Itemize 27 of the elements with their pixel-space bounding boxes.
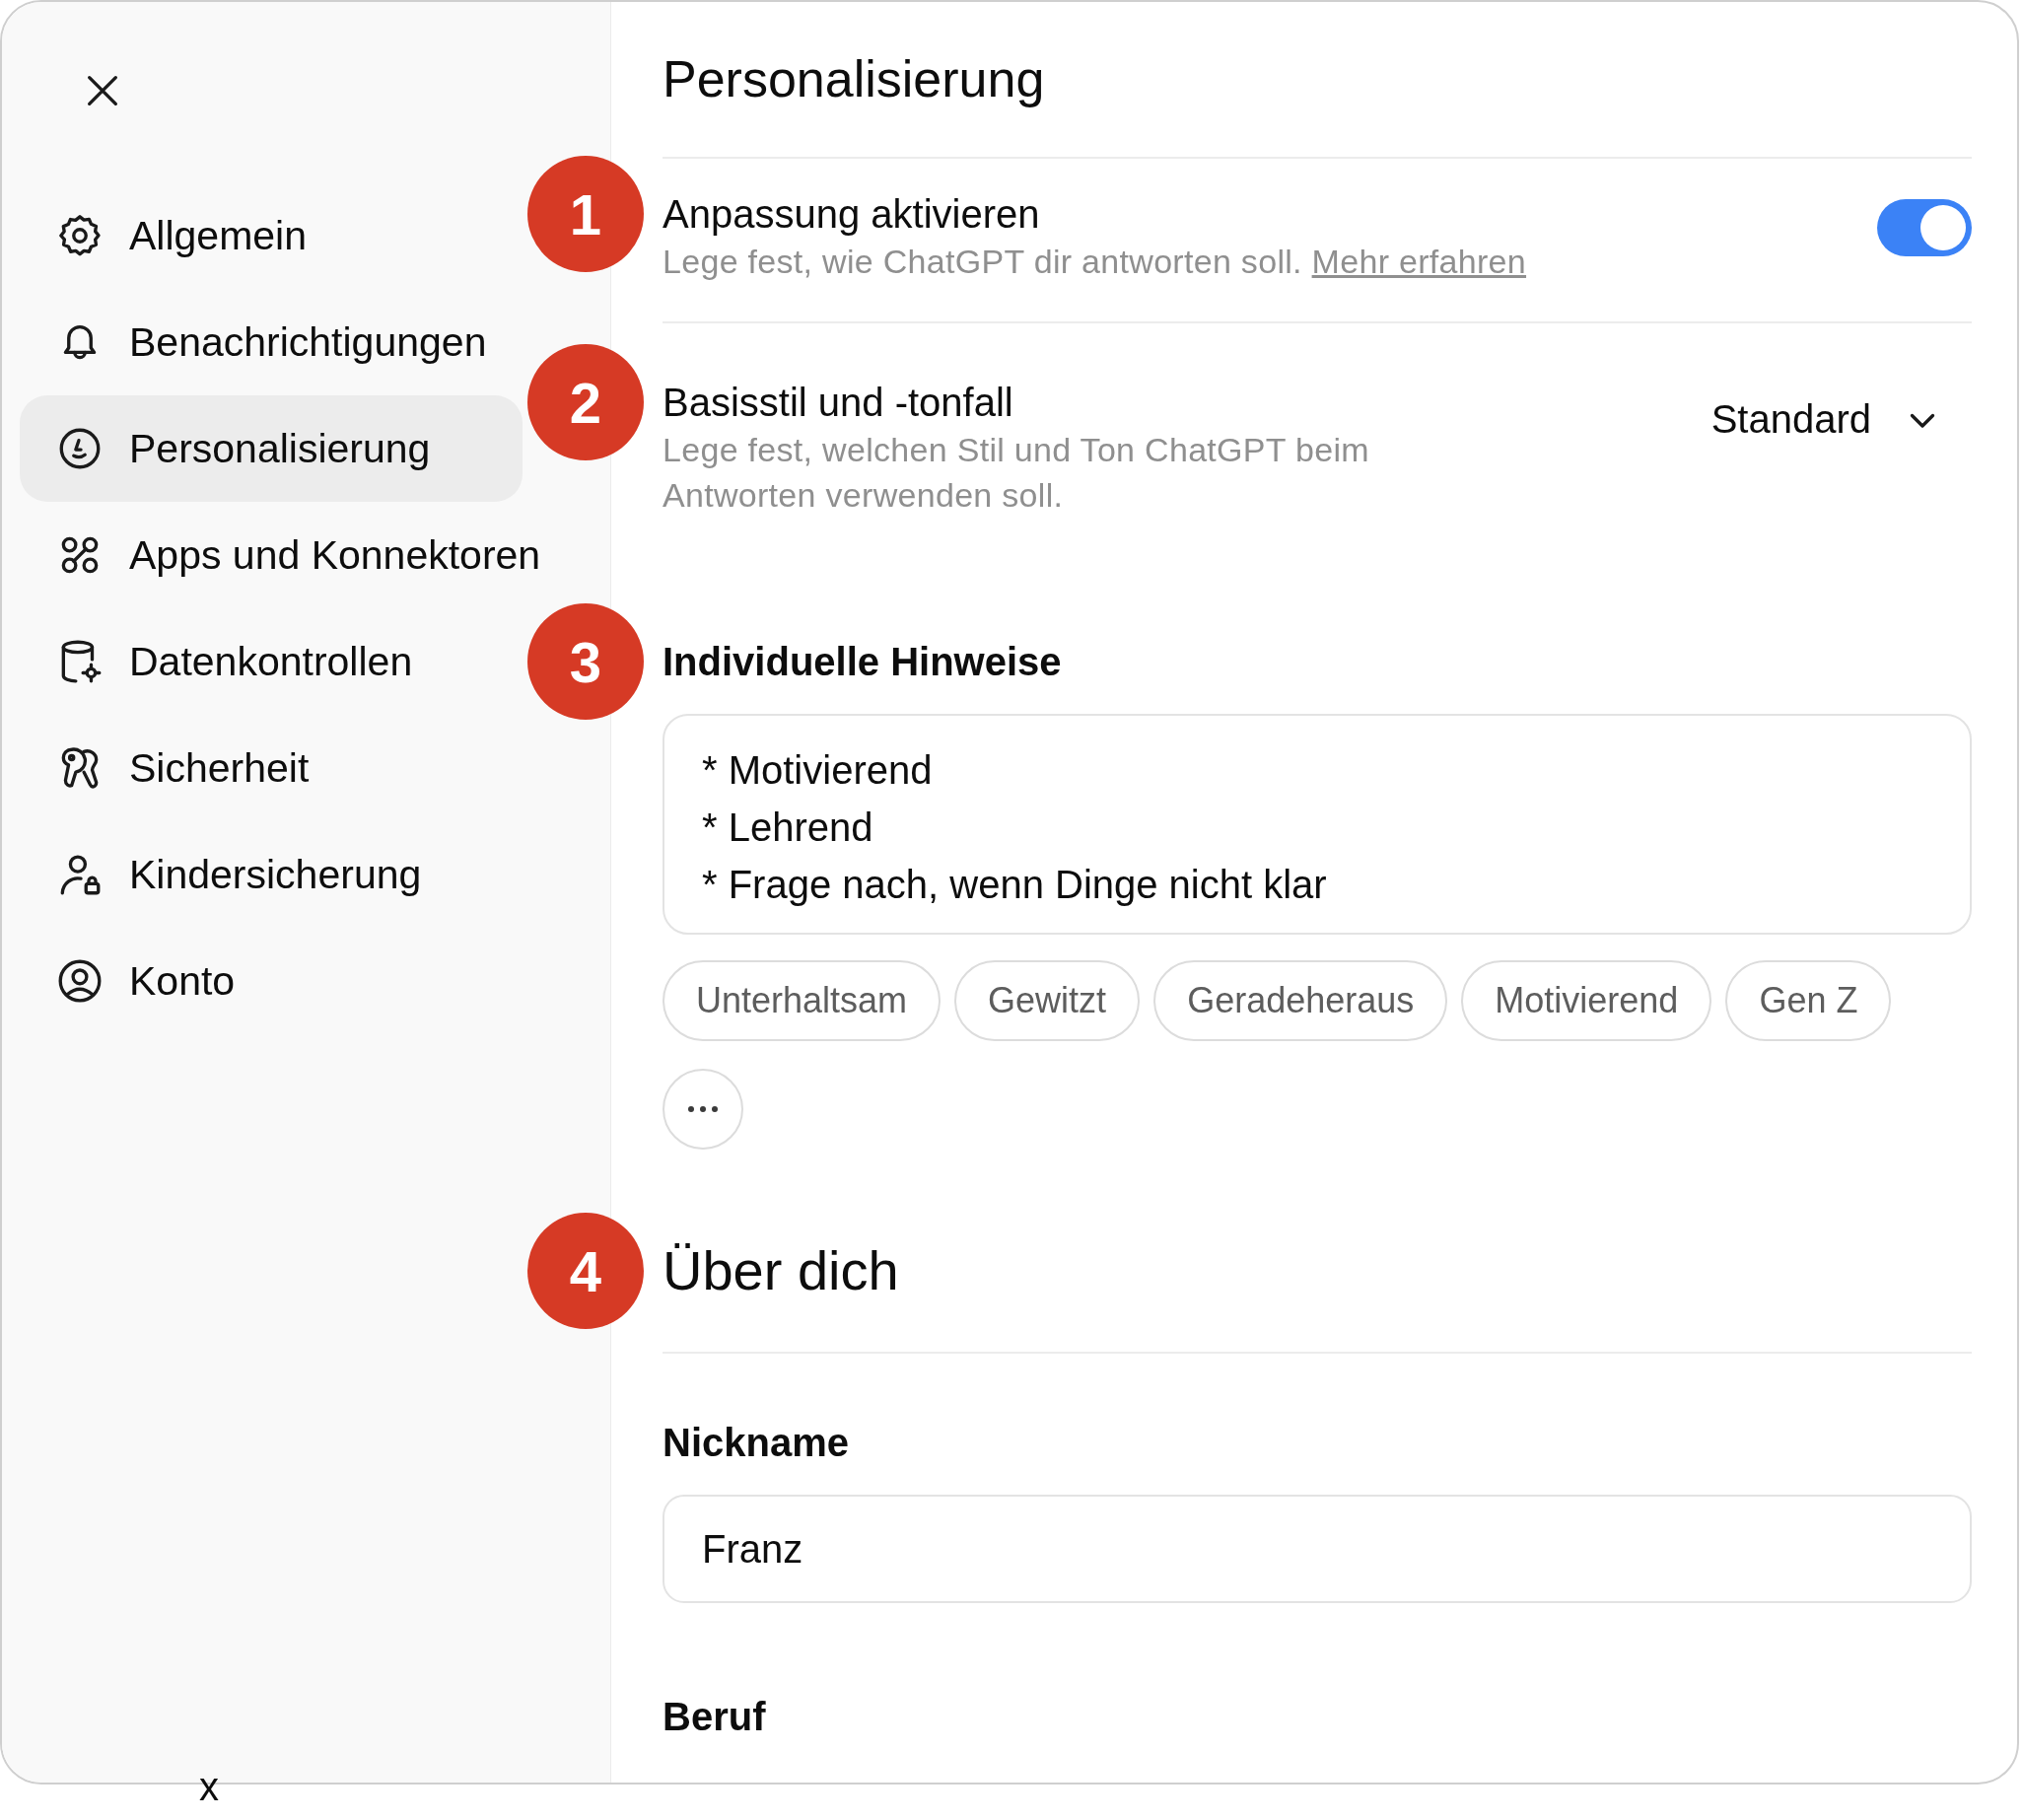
instructions-field[interactable]: * Motivierend * Lehrend * Frage nach, wenn Dinge nicht klar xyxy=(663,714,1972,935)
suggestion-chip[interactable]: Gen Z xyxy=(1725,960,1892,1041)
section-heading: Über dich xyxy=(663,1238,900,1303)
page-title: Personalisierung xyxy=(663,49,1046,109)
sidebar-item[interactable]: Kindersicherung xyxy=(20,821,523,928)
sidebar-item[interactable]: Sicherheit xyxy=(20,715,523,821)
section-heading: Individuelle Hinweise xyxy=(663,639,1063,685)
field-label: Nickname xyxy=(663,1420,850,1466)
suggestion-chip[interactable]: Unterhaltsam xyxy=(663,960,942,1041)
sidebar-item[interactable]: Allgemein xyxy=(20,182,523,289)
setting-title: Anpassung aktivieren xyxy=(663,191,1041,238)
toggle-switch[interactable] xyxy=(1877,199,1972,256)
stray-letter: x xyxy=(199,1764,219,1810)
setting-description: Lege fest, welchen Stil und Ton ChatGPT beim Antworten verwenden soll. xyxy=(663,430,1370,516)
sidebar-item[interactable]: Konto xyxy=(20,928,523,1034)
nickname-field[interactable]: Franz xyxy=(663,1495,1972,1603)
sidebar-item[interactable]: Personalisierung xyxy=(20,395,523,502)
suggestion-chip[interactable]: Geradeheraus xyxy=(1153,960,1448,1041)
style-dropdown[interactable]: Standard xyxy=(1710,397,1940,442)
suggestion-chip[interactable]: Motivierend xyxy=(1461,960,1712,1041)
setting-description: Lege fest, wie ChatGPT dir antworten soll. Mehr erfahren xyxy=(663,242,1527,282)
ellipsis-icon[interactable] xyxy=(685,1104,721,1114)
sidebar-item[interactable]: Benachrichtigungen xyxy=(20,289,523,395)
setting-title: Basisstil und -tonfall xyxy=(663,380,1014,426)
field-label: Beruf xyxy=(663,1694,767,1740)
suggestion-chip[interactable]: Gewitzt xyxy=(954,960,1141,1041)
sidebar-item[interactable]: Datenkontrollen xyxy=(20,608,523,715)
